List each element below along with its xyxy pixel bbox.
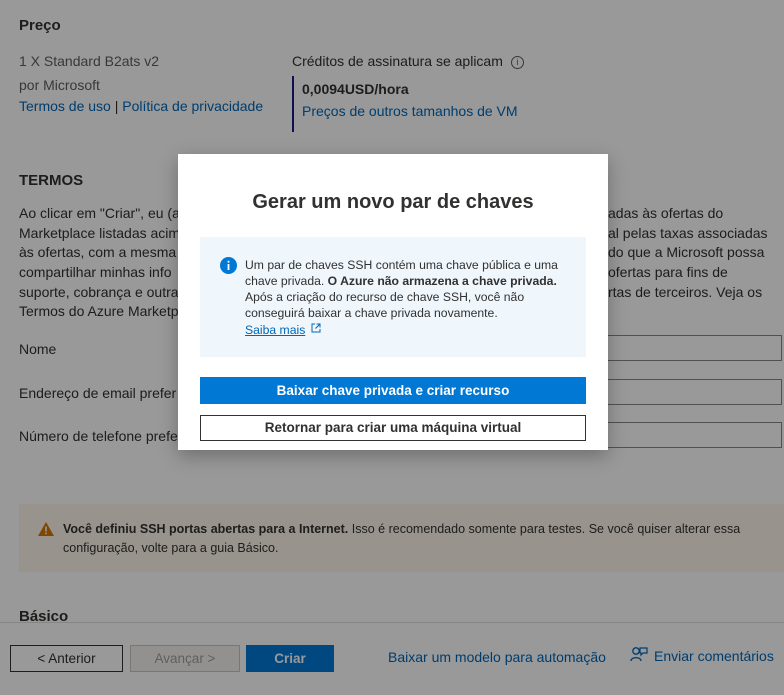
info-text-bold: O Azure não armazena a chave privada. xyxy=(327,274,557,288)
return-to-create-vm-button[interactable]: Retornar para criar uma máquina virtual xyxy=(200,415,586,441)
dialog-title: Gerar um novo par de chaves xyxy=(252,191,534,213)
learn-more-link[interactable]: Saiba mais xyxy=(245,323,305,337)
external-link-icon xyxy=(311,321,321,337)
info-text-part2: Após a criação do recurso de chave SSH, … xyxy=(245,290,525,320)
info-icon xyxy=(220,257,237,278)
dialog-info-box: Um par de chaves SSH contém uma chave pú… xyxy=(200,237,586,357)
download-key-and-create-button[interactable]: Baixar chave privada e criar recurso xyxy=(200,377,586,404)
generate-key-pair-dialog: Gerar um novo par de chaves Um par de ch… xyxy=(178,154,608,450)
